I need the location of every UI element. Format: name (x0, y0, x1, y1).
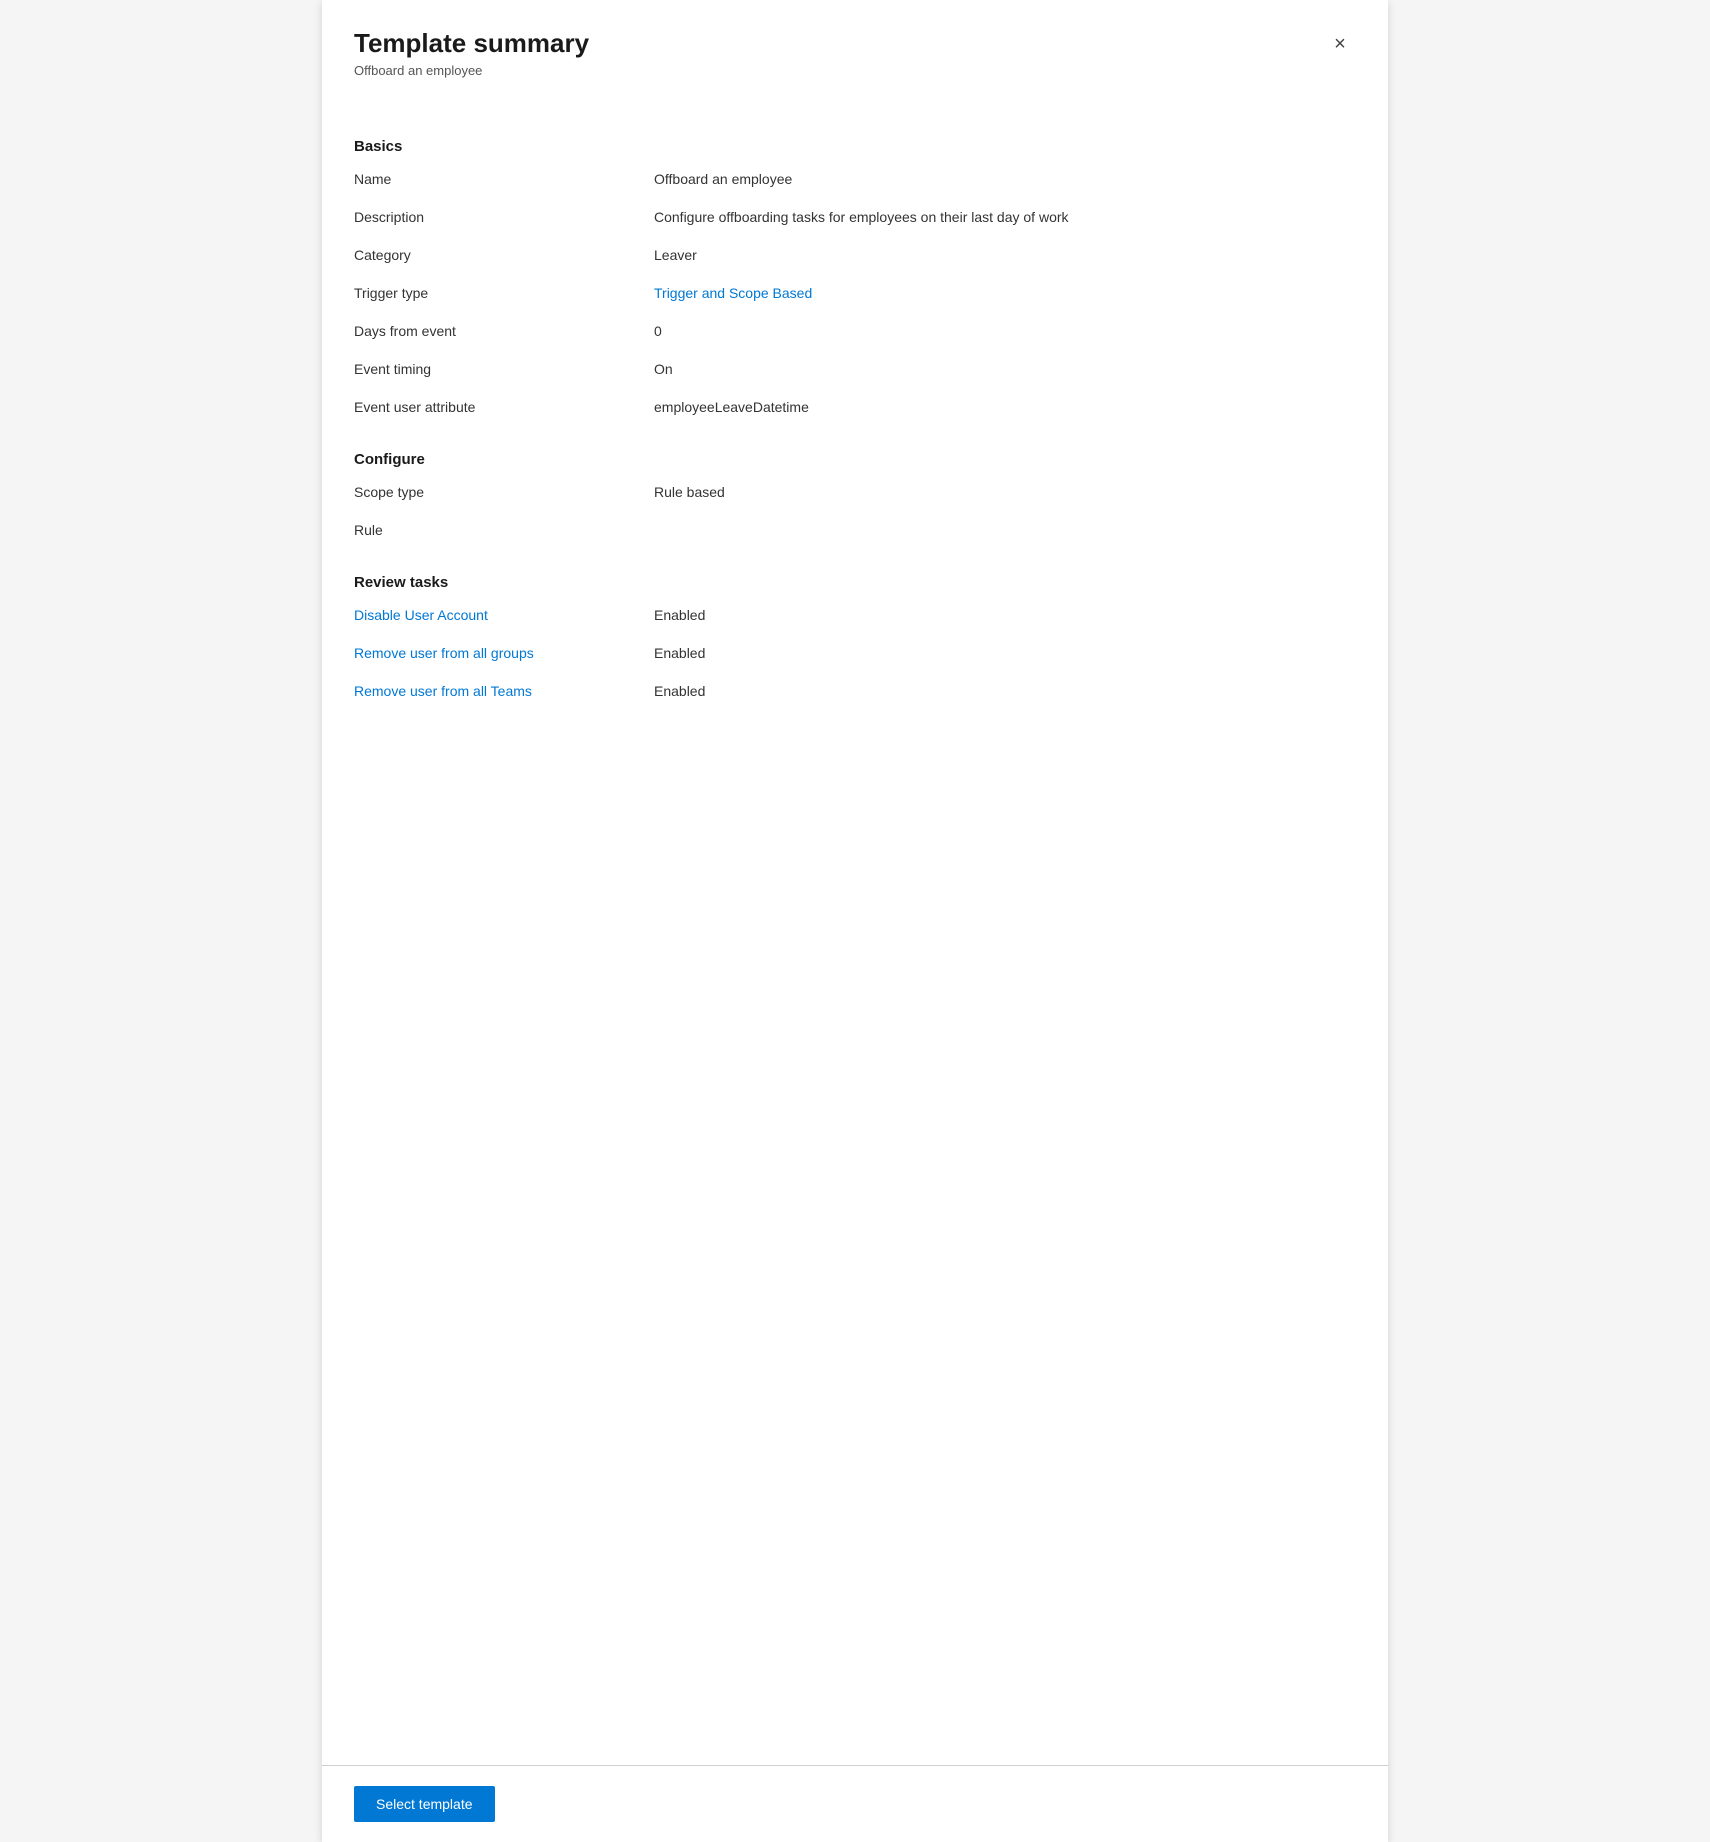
field-row-name: Name Offboard an employee (354, 171, 1356, 195)
field-label-trigger-type: Trigger type (354, 285, 654, 301)
field-value-disable-user-account: Enabled (654, 607, 705, 623)
close-icon: × (1334, 33, 1346, 56)
remove-from-groups-link[interactable]: Remove user from all groups (354, 645, 534, 661)
field-label-rule: Rule (354, 522, 654, 538)
configure-section-heading: Configure (354, 451, 1356, 468)
field-row-rule: Rule (354, 522, 1356, 546)
panel-subtitle: Offboard an employee (354, 63, 589, 78)
field-value-days-from-event: 0 (654, 323, 662, 339)
field-row-category: Category Leaver (354, 247, 1356, 271)
field-label-event-timing: Event timing (354, 361, 654, 377)
field-value-remove-from-groups: Enabled (654, 645, 705, 661)
field-value-remove-from-teams: Enabled (654, 683, 705, 699)
panel-content: Basics Name Offboard an employee Descrip… (322, 90, 1388, 1765)
field-label-category: Category (354, 247, 654, 263)
review-tasks-section-heading: Review tasks (354, 574, 1356, 591)
field-label-description: Description (354, 209, 654, 225)
field-value-name: Offboard an employee (654, 171, 792, 187)
field-value-event-timing: On (654, 361, 673, 377)
field-row-event-user-attribute: Event user attribute employeeLeaveDateti… (354, 399, 1356, 423)
select-template-button[interactable]: Select template (354, 1786, 495, 1822)
basics-section-heading: Basics (354, 138, 1356, 155)
field-row-days-from-event: Days from event 0 (354, 323, 1356, 347)
close-button[interactable]: × (1324, 28, 1356, 60)
field-value-trigger-type: Trigger and Scope Based (654, 285, 812, 301)
template-summary-panel: Template summary Offboard an employee × … (322, 0, 1388, 1842)
disable-user-account-link[interactable]: Disable User Account (354, 607, 488, 623)
field-value-category: Leaver (654, 247, 697, 263)
field-value-event-user-attribute: employeeLeaveDatetime (654, 399, 809, 415)
panel-title: Template summary (354, 28, 589, 59)
field-row-description: Description Configure offboarding tasks … (354, 209, 1356, 233)
panel-header: Template summary Offboard an employee × (322, 0, 1388, 90)
field-value-scope-type: Rule based (654, 484, 725, 500)
field-row-trigger-type: Trigger type Trigger and Scope Based (354, 285, 1356, 309)
field-row-disable-user-account: Disable User Account Enabled (354, 607, 1356, 631)
field-label-remove-from-groups: Remove user from all groups (354, 645, 654, 661)
field-row-scope-type: Scope type Rule based (354, 484, 1356, 508)
field-label-disable-user-account: Disable User Account (354, 607, 654, 623)
panel-footer: Select template (322, 1765, 1388, 1842)
field-label-days-from-event: Days from event (354, 323, 654, 339)
field-label-remove-from-teams: Remove user from all Teams (354, 683, 654, 699)
field-label-scope-type: Scope type (354, 484, 654, 500)
field-row-remove-from-teams: Remove user from all Teams Enabled (354, 683, 1356, 707)
field-label-name: Name (354, 171, 654, 187)
field-value-description: Configure offboarding tasks for employee… (654, 209, 1069, 225)
header-text: Template summary Offboard an employee (354, 28, 589, 78)
field-row-remove-from-groups: Remove user from all groups Enabled (354, 645, 1356, 669)
remove-from-teams-link[interactable]: Remove user from all Teams (354, 683, 532, 699)
field-row-event-timing: Event timing On (354, 361, 1356, 385)
field-label-event-user-attribute: Event user attribute (354, 399, 654, 415)
